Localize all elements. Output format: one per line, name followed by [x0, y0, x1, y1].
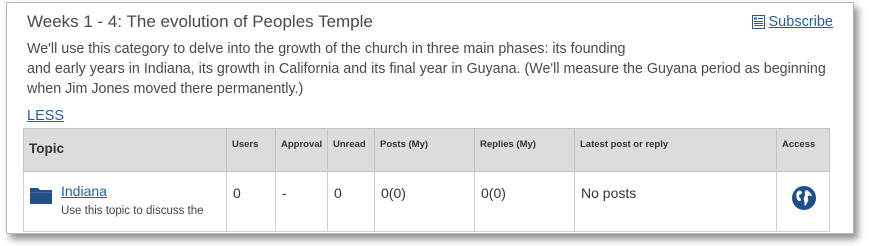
subscribe-icon	[751, 15, 765, 29]
description-line: and early years in Indiana, its growth i…	[27, 61, 826, 97]
table-header-row: Topic Users Approval Unread Posts (My) R…	[23, 128, 830, 172]
approval-cell: -	[275, 171, 328, 232]
header-unread[interactable]: Unread	[327, 128, 375, 172]
folder-icon	[29, 185, 53, 208]
table-row: Indiana Use this topic to discuss the 0 …	[23, 171, 830, 232]
header-approval[interactable]: Approval	[275, 128, 328, 172]
category-title: Weeks 1 - 4: The evolution of Peoples Te…	[27, 12, 373, 31]
topic-link[interactable]: Indiana	[61, 183, 107, 199]
subscribe-label[interactable]: Subscribe	[769, 14, 833, 30]
description-line: We'll use this category to delve into th…	[27, 41, 626, 57]
globe-icon[interactable]	[791, 185, 817, 214]
less-toggle[interactable]: LESS	[27, 108, 64, 124]
category-description: We'll use this category to delve into th…	[27, 39, 837, 99]
replies-cell: 0(0)	[474, 171, 575, 232]
header-posts[interactable]: Posts (My)	[374, 128, 475, 172]
header-latest[interactable]: Latest post or reply	[574, 128, 777, 172]
posts-cell: 0(0)	[374, 171, 475, 232]
topics-table: Topic Users Approval Unread Posts (My) R…	[23, 128, 830, 232]
screenshot-frame: Weeks 1 - 4: The evolution of Peoples Te…	[6, 2, 854, 234]
header-access: Access	[776, 128, 830, 172]
users-cell: 0	[226, 171, 276, 232]
header-topic[interactable]: Topic	[23, 128, 227, 172]
latest-cell: No posts	[574, 171, 777, 232]
header-replies[interactable]: Replies (My)	[474, 128, 575, 172]
subscribe-link[interactable]: Subscribe	[751, 14, 833, 30]
unread-cell: 0	[327, 171, 375, 232]
header-users[interactable]: Users	[226, 128, 276, 172]
access-cell	[776, 171, 830, 232]
topic-cell: Indiana Use this topic to discuss the	[23, 171, 227, 232]
topic-description: Use this topic to discuss the	[61, 205, 204, 217]
